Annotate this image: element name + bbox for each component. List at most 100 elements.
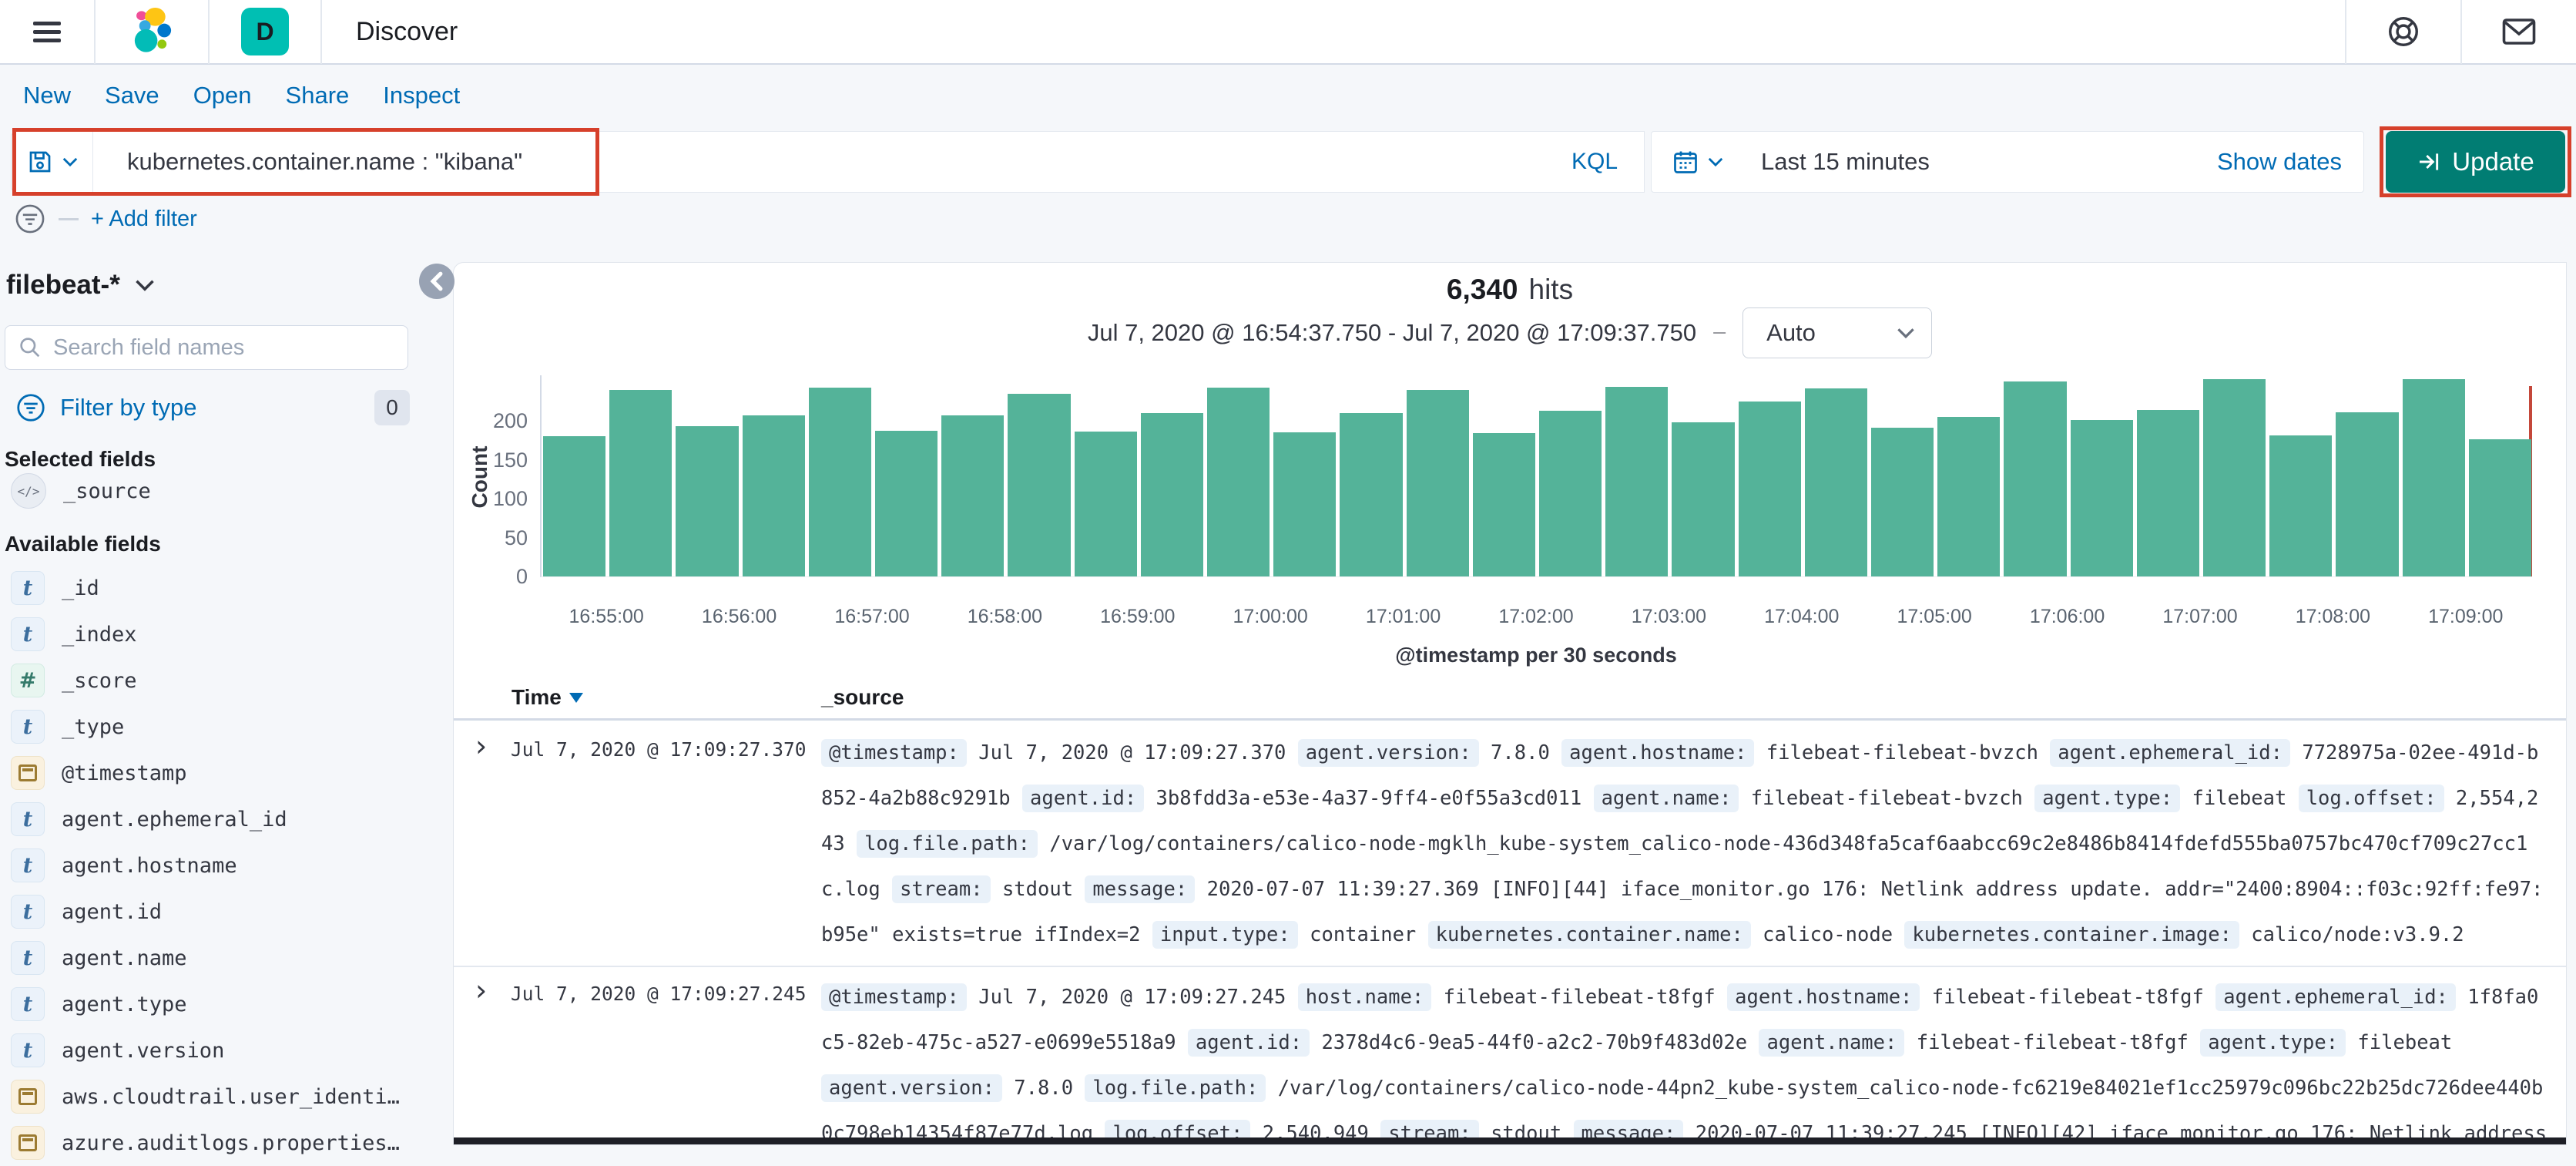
- histogram-bar[interactable]: [2004, 381, 2066, 576]
- histogram-bar[interactable]: [1473, 433, 1535, 576]
- histogram-bar[interactable]: [676, 426, 738, 576]
- histogram-bar[interactable]: [1340, 413, 1402, 576]
- string-field-icon: t: [11, 987, 45, 1021]
- date-field-icon: [11, 756, 45, 790]
- query-text[interactable]: kubernetes.container.name : "kibana": [93, 148, 1571, 176]
- filter-by-type[interactable]: Filter by type 0: [15, 390, 410, 425]
- menu-hamburger-icon[interactable]: [0, 17, 94, 47]
- histogram-bar[interactable]: [1605, 387, 1668, 576]
- string-field-icon: t: [11, 571, 45, 605]
- source-field-badge: log.file.path:: [1085, 1074, 1266, 1102]
- query-language-button[interactable]: KQL: [1571, 149, 1644, 175]
- query-input[interactable]: kubernetes.container.name : "kibana" KQL: [92, 131, 1645, 193]
- nav-open[interactable]: Open: [193, 82, 252, 109]
- field-name: agent.version: [62, 1039, 224, 1063]
- histogram-bar[interactable]: [543, 436, 605, 576]
- histogram-bar[interactable]: [809, 388, 871, 576]
- histogram-bar[interactable]: [609, 390, 672, 576]
- table-row: ›Jul 7, 2020 @ 17:09:27.370@timestamp: J…: [454, 723, 2566, 967]
- histogram-bar[interactable]: [1739, 402, 1801, 576]
- chevron-down-icon: [1707, 156, 1724, 167]
- x-tick-label: 16:57:00: [803, 606, 941, 628]
- field-item-aws.cloudtrail.user_identity.s...[interactable]: aws.cloudtrail.user_identity.s...: [11, 1074, 419, 1120]
- hits-count: 6,340: [1447, 274, 1518, 305]
- field-item-source[interactable]: </> _source: [11, 473, 151, 509]
- save-icon: [26, 148, 54, 176]
- histogram-bar[interactable]: [1937, 417, 2000, 576]
- histogram-bar[interactable]: [1539, 411, 1602, 576]
- elastic-logo[interactable]: [96, 8, 208, 55]
- histogram-bar[interactable]: [2336, 412, 2398, 576]
- space-badge[interactable]: D: [241, 8, 289, 55]
- hits-summary: 6,340hits: [454, 274, 2566, 306]
- y-tick-label: 150: [480, 449, 528, 472]
- time-range-value[interactable]: Last 15 minutes: [1761, 148, 1930, 176]
- field-item-agent.hostname[interactable]: tagent.hostname: [11, 842, 419, 889]
- collapse-sidebar-button[interactable]: [419, 264, 454, 299]
- separator: —: [1713, 326, 1726, 340]
- source-field-badge: agent.hostname:: [1727, 983, 1920, 1011]
- nav-new[interactable]: New: [23, 82, 71, 109]
- help-icon[interactable]: [2346, 14, 2460, 49]
- histogram-bar[interactable]: [1008, 394, 1070, 576]
- histogram-bar[interactable]: [1207, 388, 1270, 576]
- show-dates-button[interactable]: Show dates: [2217, 148, 2363, 176]
- update-button[interactable]: Update: [2386, 131, 2565, 193]
- field-item-agent.id[interactable]: tagent.id: [11, 889, 419, 935]
- histogram-bar[interactable]: [875, 431, 937, 576]
- page-title: Discover: [356, 17, 458, 47]
- field-item-_id[interactable]: t_id: [11, 565, 419, 611]
- histogram-bar[interactable]: [2269, 435, 2332, 576]
- nav-inspect[interactable]: Inspect: [383, 82, 460, 109]
- date-picker-calendar-button[interactable]: [1652, 132, 1744, 192]
- nav-share[interactable]: Share: [286, 82, 350, 109]
- histogram-bar[interactable]: [1273, 432, 1336, 576]
- column-header-time[interactable]: Time: [512, 685, 583, 710]
- histogram-bar[interactable]: [1075, 432, 1137, 576]
- interval-select[interactable]: Auto: [1742, 307, 1932, 358]
- field-name: @timestamp: [62, 761, 187, 785]
- filter-count-badge: 0: [374, 390, 410, 425]
- field-item-_score[interactable]: #_score: [11, 657, 419, 704]
- row-timestamp: Jul 7, 2020 @ 17:09:27.370: [511, 738, 807, 761]
- y-tick-label: 200: [480, 409, 528, 433]
- filter-icon[interactable]: [14, 203, 46, 235]
- histogram-bar[interactable]: [1672, 422, 1734, 576]
- saved-query-menu-button[interactable]: [11, 131, 92, 193]
- histogram-bar[interactable]: [1407, 390, 1469, 576]
- histogram-bar[interactable]: [743, 415, 805, 576]
- histogram-bar[interactable]: [2137, 410, 2199, 576]
- field-item-_index[interactable]: t_index: [11, 611, 419, 657]
- mail-icon[interactable]: [2462, 15, 2576, 49]
- nav-save[interactable]: Save: [105, 82, 159, 109]
- field-item-_type[interactable]: t_type: [11, 704, 419, 750]
- histogram-bar[interactable]: [1141, 413, 1203, 576]
- field-item-agent.type[interactable]: tagent.type: [11, 981, 419, 1027]
- filter-icon: [15, 392, 46, 423]
- expand-row-icon[interactable]: ›: [475, 973, 487, 1007]
- field-item-agent.ephemeral_id[interactable]: tagent.ephemeral_id: [11, 796, 419, 842]
- histogram-bar[interactable]: [941, 415, 1004, 576]
- histogram-bar[interactable]: [2071, 420, 2133, 576]
- histogram-bar[interactable]: [2203, 379, 2266, 576]
- histogram-plot[interactable]: [540, 375, 2532, 577]
- field-name: agent.name: [62, 946, 187, 970]
- histogram-bar[interactable]: [2469, 439, 2531, 576]
- expand-row-icon[interactable]: ›: [475, 729, 487, 763]
- histogram-bar[interactable]: [1871, 428, 1934, 576]
- field-item-@timestamp[interactable]: @timestamp: [11, 750, 419, 796]
- chart-range-line: Jul 7, 2020 @ 16:54:37.750 - Jul 7, 2020…: [454, 307, 2566, 358]
- add-filter-button[interactable]: + Add filter: [91, 207, 197, 232]
- field-search-input[interactable]: [53, 335, 361, 361]
- source-field-badge: agent.name:: [1759, 1029, 1904, 1057]
- column-header-source[interactable]: _source: [821, 685, 904, 710]
- index-pattern-switcher[interactable]: filebeat-*: [6, 270, 156, 301]
- histogram-bar[interactable]: [1805, 388, 1867, 576]
- source-field-badge: agent.id:: [1022, 785, 1144, 812]
- field-item-azure.auditlogs.properties.ac...[interactable]: azure.auditlogs.properties.ac...: [11, 1120, 419, 1166]
- x-tick-label: 17:01:00: [1334, 606, 1473, 628]
- field-item-agent.version[interactable]: tagent.version: [11, 1027, 419, 1074]
- histogram-bar[interactable]: [2403, 379, 2465, 576]
- chevron-down-icon: [62, 156, 79, 167]
- field-item-agent.name[interactable]: tagent.name: [11, 935, 419, 981]
